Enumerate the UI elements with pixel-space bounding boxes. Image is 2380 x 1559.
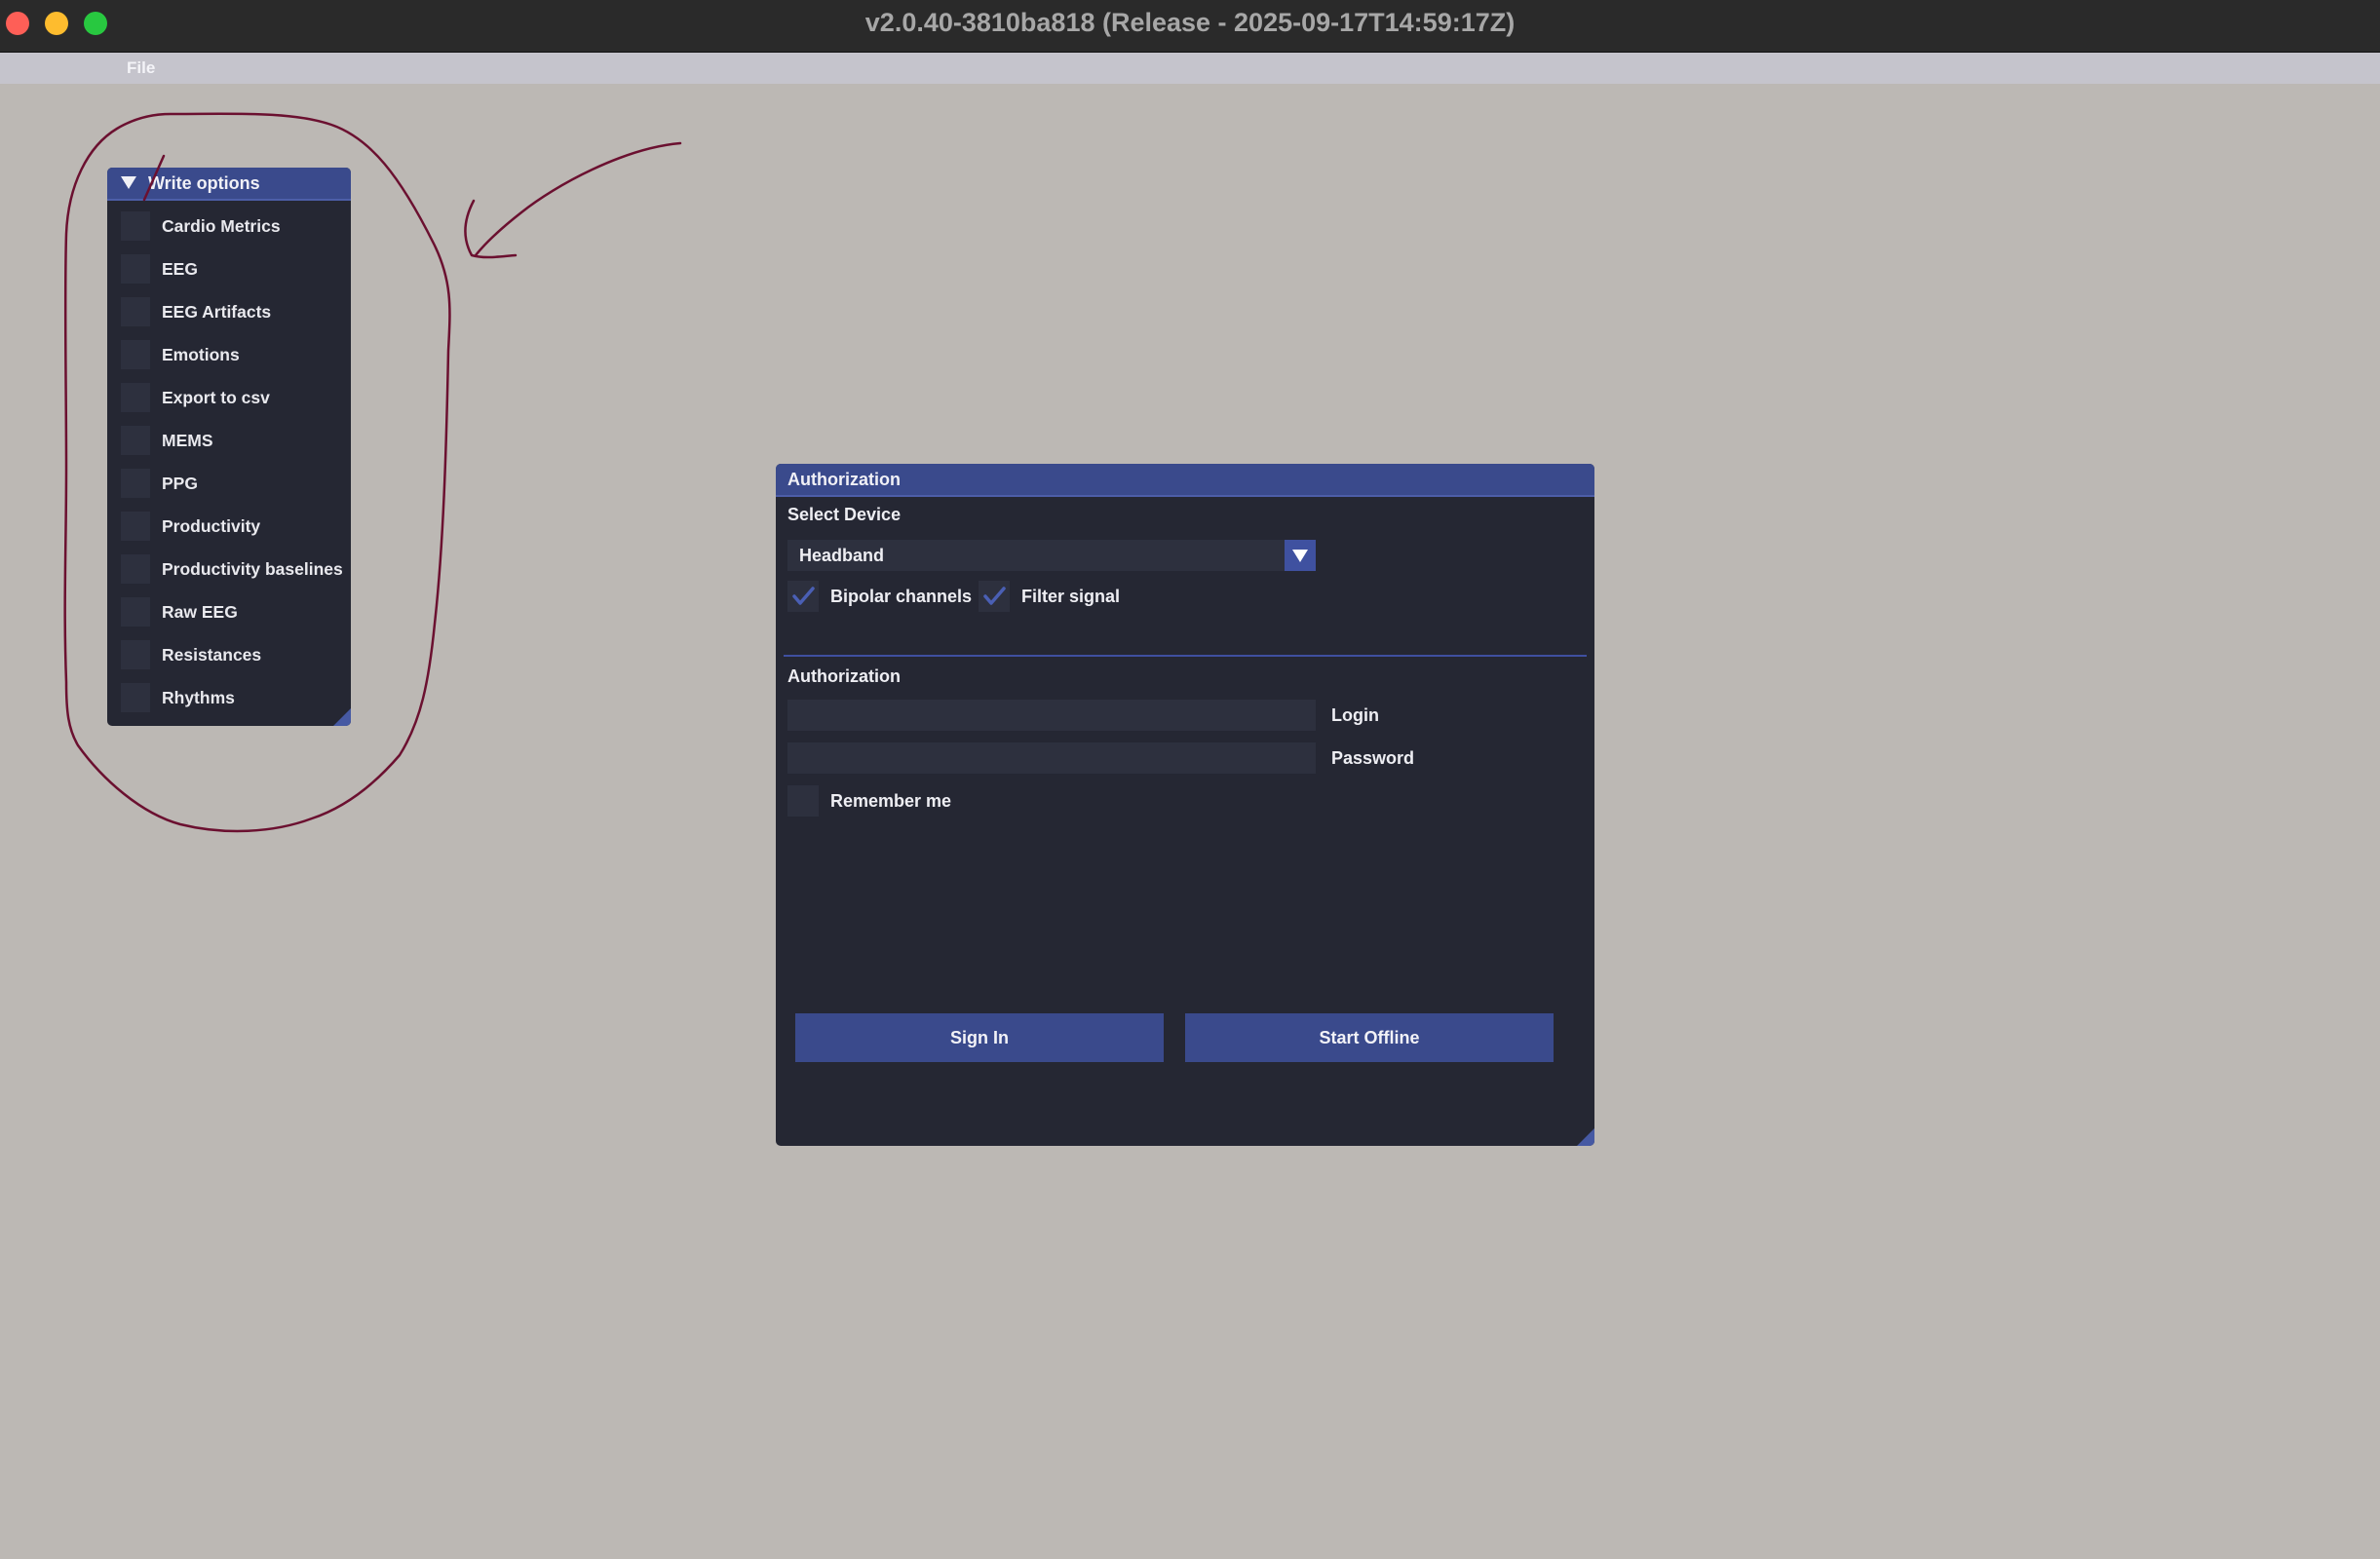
write-option-checkbox[interactable] xyxy=(121,597,150,627)
login-input[interactable] xyxy=(787,700,1316,731)
write-option-checkbox[interactable] xyxy=(121,469,150,498)
write-option-label: Resistances xyxy=(162,645,262,665)
password-input[interactable] xyxy=(787,742,1316,774)
write-option-checkbox[interactable] xyxy=(121,383,150,412)
filter-signal-label: Filter signal xyxy=(1021,587,1121,606)
checkmark-icon xyxy=(983,587,1006,605)
device-select[interactable]: Headband xyxy=(787,540,1316,571)
start-offline-button[interactable]: Start Offline xyxy=(1185,1013,1554,1062)
write-option-checkbox[interactable] xyxy=(121,640,150,669)
dropdown-arrow-icon[interactable] xyxy=(1285,540,1316,571)
write-option-label: Productivity baselines xyxy=(162,559,343,579)
write-option-row[interactable]: MEMS xyxy=(107,423,351,458)
write-option-label: Raw EEG xyxy=(162,602,238,622)
write-option-row[interactable]: Raw EEG xyxy=(107,594,351,629)
authorization-panel: Authorization Select Device Headband Bip… xyxy=(776,464,1594,1146)
write-option-label: Emotions xyxy=(162,345,240,364)
remember-me-label: Remember me xyxy=(830,791,952,811)
write-option-label: Cardio Metrics xyxy=(162,216,281,236)
write-option-row[interactable]: Resistances xyxy=(107,637,351,672)
write-option-checkbox[interactable] xyxy=(121,297,150,326)
filter-signal-checkbox[interactable] xyxy=(979,581,1010,612)
sign-in-button[interactable]: Sign In xyxy=(795,1013,1164,1062)
login-label: Login xyxy=(1331,705,1379,725)
write-option-checkbox[interactable] xyxy=(121,340,150,369)
write-option-row[interactable]: Productivity baselines xyxy=(107,551,351,587)
resize-grip-icon[interactable] xyxy=(1577,1128,1594,1146)
write-option-checkbox[interactable] xyxy=(121,211,150,241)
select-device-label: Select Device xyxy=(787,505,902,524)
write-option-label: MEMS xyxy=(162,431,213,450)
write-option-label: Export to csv xyxy=(162,388,270,407)
write-option-checkbox[interactable] xyxy=(121,426,150,455)
write-option-row[interactable]: Productivity xyxy=(107,509,351,544)
menu-bar: File xyxy=(0,53,2380,84)
write-options-title: Write options xyxy=(148,173,260,193)
write-option-label: PPG xyxy=(162,474,198,493)
write-option-row[interactable]: Cardio Metrics xyxy=(107,209,351,244)
write-options-header[interactable]: Write options xyxy=(107,168,351,201)
write-option-row[interactable]: EEG xyxy=(107,251,351,286)
device-select-value: Headband xyxy=(799,546,885,565)
write-option-checkbox[interactable] xyxy=(121,554,150,584)
menu-file[interactable]: File xyxy=(127,53,155,84)
write-options-panel: Write options Cardio Metrics EEG EEG Artif… xyxy=(107,168,351,726)
write-option-label: Productivity xyxy=(162,516,261,536)
section-separator xyxy=(784,655,1587,657)
checkmark-icon xyxy=(792,587,815,605)
write-option-row[interactable]: EEG Artifacts xyxy=(107,294,351,329)
window-title: v2.0.40-3810ba818 (Release - 2025-09-17T… xyxy=(864,8,1516,37)
bipolar-channels-checkbox[interactable] xyxy=(787,581,819,612)
write-option-label: EEG xyxy=(162,259,198,279)
collapse-triangle-icon[interactable] xyxy=(121,175,136,189)
remember-me-checkbox[interactable] xyxy=(787,785,819,817)
write-option-checkbox[interactable] xyxy=(121,683,150,712)
write-option-label: EEG Artifacts xyxy=(162,302,272,322)
write-option-row[interactable]: PPG xyxy=(107,466,351,501)
write-option-row[interactable]: Emotions xyxy=(107,337,351,372)
write-option-label: Rhythms xyxy=(162,688,235,707)
write-option-checkbox[interactable] xyxy=(121,254,150,284)
authorization-section-label: Authorization xyxy=(787,666,901,686)
password-label: Password xyxy=(1331,748,1415,768)
write-option-row[interactable]: Export to csv xyxy=(107,380,351,415)
title-bar: v2.0.40-3810ba818 (Release - 2025-09-17T… xyxy=(0,0,2380,53)
bipolar-channels-label: Bipolar channels xyxy=(830,587,973,606)
write-option-row[interactable]: Rhythms xyxy=(107,680,351,715)
resize-grip-icon[interactable] xyxy=(333,708,351,726)
write-option-checkbox[interactable] xyxy=(121,512,150,541)
authorization-header[interactable]: Authorization xyxy=(776,464,1594,497)
